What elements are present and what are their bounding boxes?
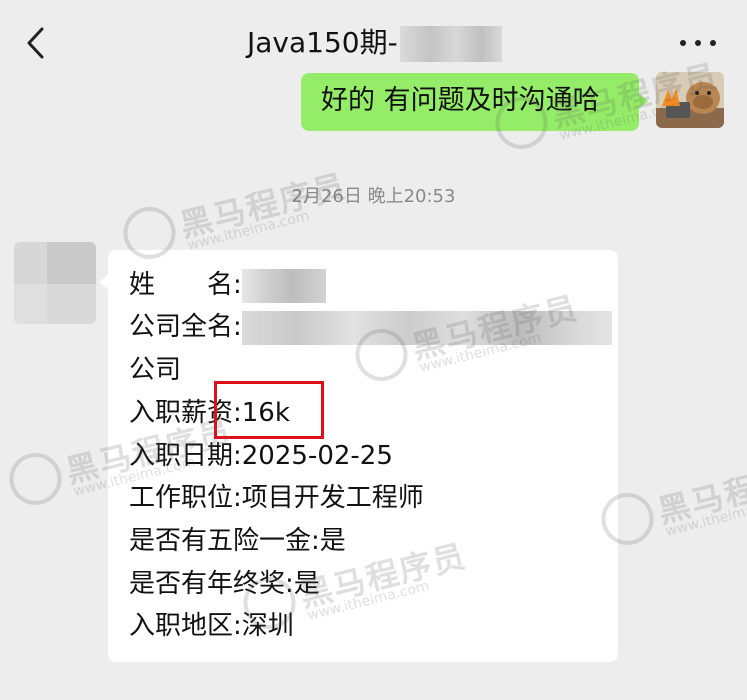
blurred-company-name xyxy=(241,310,612,345)
info-line-location: 入职地区:深圳 xyxy=(129,611,294,641)
outgoing-message-text: 好的 有问题及时沟通哈 xyxy=(321,85,600,116)
chat-title-text: Java150期- xyxy=(247,26,398,59)
info-line-bonus: 是否有年终奖:是 xyxy=(129,569,320,599)
more-dots-icon xyxy=(680,40,686,46)
more-button[interactable] xyxy=(680,34,716,52)
chevron-left-icon xyxy=(27,27,44,59)
chat-title: Java150期- xyxy=(247,25,502,62)
outgoing-message-bubble[interactable]: 好的 有问题及时沟通哈 xyxy=(301,73,648,131)
message-timestamp: 2月26日 晚上20:53 xyxy=(291,186,456,207)
info-line-insurance: 是否有五险一金:是 xyxy=(129,526,346,556)
blurred-name xyxy=(241,268,326,303)
info-line-start-date: 入职日期:2025-02-25 xyxy=(129,441,393,471)
capybara-avatar-icon xyxy=(656,72,724,128)
contact-avatar[interactable] xyxy=(14,242,96,324)
info-line-company: 公司全名: xyxy=(129,310,612,345)
chat-header: Java150期- xyxy=(0,0,747,84)
info-line-position: 工作职位:项目开发工程师 xyxy=(129,483,424,513)
info-line-company-suffix: 公司 xyxy=(129,355,182,385)
salary-highlight-box xyxy=(214,381,324,439)
watermark-logo-icon xyxy=(4,447,68,511)
my-avatar[interactable] xyxy=(656,72,724,128)
back-button[interactable] xyxy=(22,26,52,60)
incoming-message-bubble[interactable]: 姓 名: 公司全名: 公司 入职薪资:16k 入职日期:2025-02-25 工… xyxy=(99,250,618,662)
info-line-name: 姓 名: xyxy=(129,268,326,303)
blurred-title-part xyxy=(399,26,502,62)
